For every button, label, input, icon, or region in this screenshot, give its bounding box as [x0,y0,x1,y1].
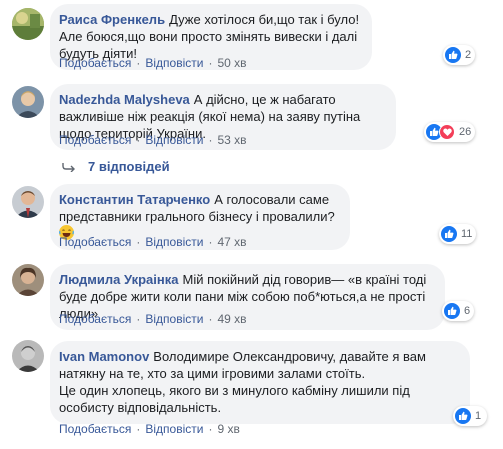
comment-time[interactable]: 50 хв [217,56,246,70]
comment-author[interactable]: Ivan Mamonov [59,349,149,364]
comment-author[interactable]: Людмила Украінка [59,272,178,287]
comment-bubble: Ivan Mamonov Володимире Олександровичу, д… [50,341,470,424]
avatar[interactable] [12,8,44,40]
reaction-count: 26 [459,126,472,138]
like-link[interactable]: Подобається [59,422,131,436]
comment-actions: Подобається · Відповісти · 49 хв [59,312,247,326]
view-replies-label[interactable]: 7 відповідей [88,159,170,174]
comment-author[interactable]: Константин Татарченко [59,192,210,207]
comment-actions: Подобається · Відповісти · 9 хв [59,422,240,436]
reaction-count: 1 [475,410,482,422]
person-avatar-icon [12,86,44,118]
separator: · [208,133,213,147]
reply-link[interactable]: Відповісти [145,312,203,326]
like-link[interactable]: Подобається [59,133,131,147]
comment-time[interactable]: 53 хв [217,133,246,147]
comment-author[interactable]: Раиса Френкель [59,12,165,27]
view-replies-link[interactable]: 7 відповідей [62,159,170,174]
avatar[interactable] [12,186,44,218]
person-avatar-icon [12,340,44,372]
avatar[interactable] [12,264,44,296]
reactions-badge[interactable]: 2 [443,45,476,65]
reply-link[interactable]: Відповісти [145,422,203,436]
comment-actions: Подобається · Відповісти · 50 хв [59,56,247,70]
reply-link[interactable]: Відповісти [145,56,203,70]
separator: · [208,235,213,249]
avatar[interactable] [12,340,44,372]
like-reaction-icon [444,303,460,319]
comment-text-paragraph: Це один хлопець, якого ви з минулого каб… [59,383,410,415]
reaction-count: 2 [465,49,472,61]
heart-reaction-icon [439,124,455,140]
reaction-count: 11 [461,228,473,240]
like-reaction-icon [445,47,461,63]
reply-link[interactable]: Відповісти [145,235,203,249]
separator: · [136,422,141,436]
comment-time[interactable]: 47 хв [217,235,246,249]
separator: · [208,56,213,70]
comment-time[interactable]: 9 хв [217,422,239,436]
reactions-badge[interactable]: 26 [424,122,476,142]
like-link[interactable]: Подобається [59,312,131,326]
nature-avatar-icon [12,8,44,40]
like-link[interactable]: Подобається [59,56,131,70]
like-reaction-icon [455,408,471,424]
like-reaction-icon [441,226,457,242]
comment-actions: Подобається · Відповісти · 53 хв [59,133,247,147]
person-avatar-icon [12,186,44,218]
reactions-badge[interactable]: 11 [439,224,477,244]
comment-time[interactable]: 49 хв [217,312,246,326]
separator: · [136,312,141,326]
separator: · [208,312,213,326]
separator: · [208,422,213,436]
comment-author[interactable]: Nadezhda Malysheva [59,92,190,107]
avatar[interactable] [12,86,44,118]
separator: · [136,133,141,147]
reactions-badge[interactable]: 6 [442,301,475,321]
comment-actions: Подобається · Відповісти · 47 хв [59,235,247,249]
person-avatar-icon [12,264,44,296]
like-link[interactable]: Подобається [59,235,131,249]
separator: · [136,235,141,249]
reactions-badge[interactable]: 1 [453,406,488,426]
reply-arrow-icon [62,162,75,172]
separator: · [136,56,141,70]
reaction-count: 6 [464,305,471,317]
reply-link[interactable]: Відповісти [145,133,203,147]
